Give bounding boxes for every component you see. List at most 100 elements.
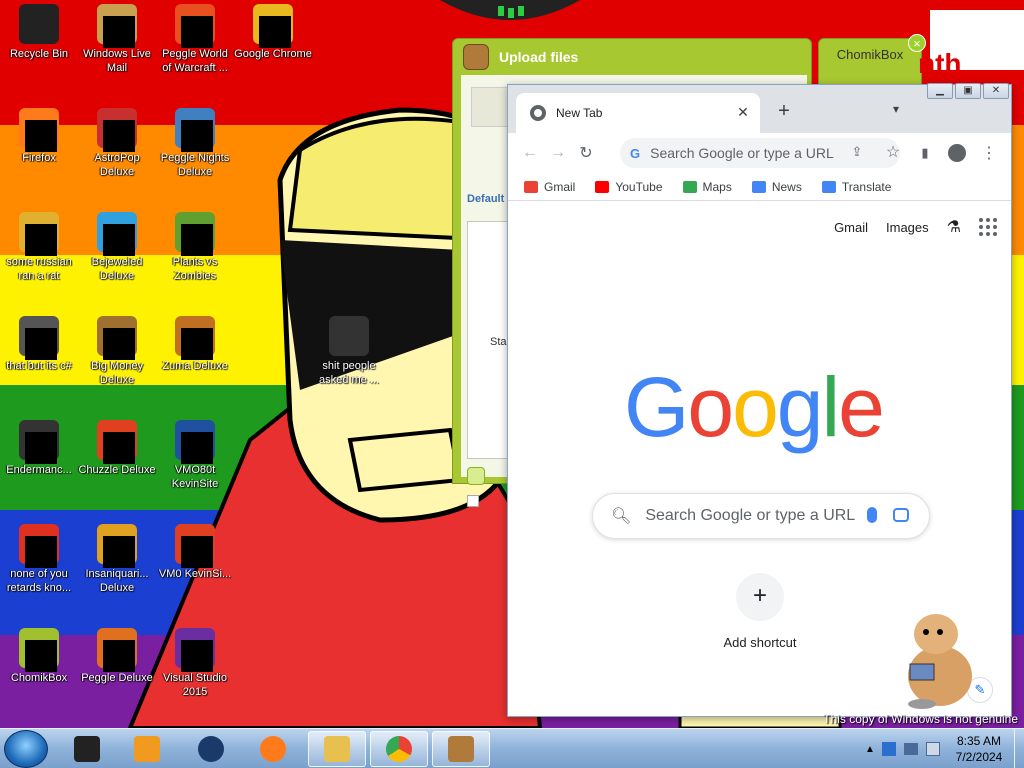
bookmark-youtube[interactable]: YouTube bbox=[595, 180, 663, 194]
desktop-icon-label: VM0 KevinSi... bbox=[158, 568, 232, 580]
pause-button[interactable] bbox=[467, 467, 485, 485]
chomikbox-tab-label: ChomikBox bbox=[836, 47, 904, 62]
share-icon[interactable]: ⇪ bbox=[843, 138, 871, 166]
taskbar-item-recycle[interactable] bbox=[58, 731, 116, 767]
taskbar-item-chomikbox[interactable] bbox=[432, 731, 490, 767]
desktop-icon[interactable]: Peggle World of Warcraft ... bbox=[156, 4, 234, 75]
chrome-toolbar: ← → ↻ G Search Google or type a URL ⇪ ☆ … bbox=[508, 133, 1011, 173]
minimize-button[interactable]: ▁ bbox=[927, 83, 953, 99]
desktop-icon[interactable]: Peggle Nights Deluxe bbox=[156, 108, 234, 179]
desktop-icon[interactable]: Zuma Deluxe bbox=[156, 316, 234, 373]
desktop-icon[interactable]: ChomikBox bbox=[0, 628, 78, 685]
google-logo-letter: l bbox=[821, 360, 841, 454]
tab-new-tab[interactable]: New Tab ✕ bbox=[516, 93, 760, 133]
profile-avatar-icon[interactable] bbox=[943, 139, 971, 167]
desktop-icon[interactable]: Peggle Deluxe bbox=[78, 628, 156, 685]
desktop-app-icon bbox=[175, 628, 215, 672]
desktop-icon[interactable]: Google Chrome bbox=[234, 4, 312, 61]
desktop-icon-label: Plants vs Zombies bbox=[172, 256, 218, 282]
desktop-icon[interactable]: Plants vs Zombies bbox=[156, 212, 234, 283]
desktop-app-icon bbox=[97, 4, 137, 48]
taskbar-item-chrome[interactable] bbox=[370, 731, 428, 767]
desktop-icon[interactable]: Recycle Bin bbox=[0, 4, 78, 61]
upload-titlebar[interactable]: Upload files bbox=[453, 39, 811, 75]
desktop-icon[interactable]: some russian ran a rat bbox=[0, 212, 78, 283]
ntp-images-link[interactable]: Images bbox=[886, 220, 929, 235]
toolbar-right: ▮ ⋮ bbox=[911, 139, 1003, 167]
taskbar-clock[interactable]: 8:35 AM 7/2/2024 bbox=[944, 733, 1014, 765]
forward-arrow-icon[interactable]: → bbox=[544, 139, 572, 167]
tray-network-icon[interactable] bbox=[904, 743, 918, 755]
desktop-icon[interactable]: none of you retards kno... bbox=[0, 524, 78, 595]
upload-title: Upload files bbox=[499, 49, 579, 65]
voice-search-mic-icon[interactable] bbox=[867, 507, 877, 523]
bookmark-gmail[interactable]: Gmail bbox=[524, 180, 575, 194]
new-tab-button[interactable]: + bbox=[770, 99, 798, 123]
desktop-icon-label: Zuma Deluxe bbox=[162, 360, 228, 372]
ntp-search-box[interactable]: 🔍︎ Search Google or type a URL bbox=[592, 493, 930, 539]
desktop-icon-label: Big Money Deluxe bbox=[91, 360, 143, 386]
desktop-app-icon bbox=[19, 420, 59, 464]
add-shortcut-button[interactable]: + bbox=[736, 573, 784, 621]
censor-block bbox=[181, 640, 213, 672]
menu-kebab-icon[interactable]: ⋮ bbox=[975, 139, 1003, 167]
desktop-app-icon bbox=[175, 108, 215, 152]
bookmark-favicon-icon bbox=[595, 180, 610, 193]
taskbar-item-media-player[interactable] bbox=[118, 731, 176, 767]
desktop-app-icon bbox=[175, 316, 215, 360]
upload-checkbox[interactable] bbox=[467, 495, 479, 507]
reload-icon[interactable]: ↻ bbox=[572, 139, 600, 167]
bookmark-favicon-icon bbox=[821, 180, 836, 193]
close-button[interactable]: ✕ bbox=[983, 83, 1009, 99]
desktop-icon-label: Peggle World of Warcraft ... bbox=[162, 48, 228, 74]
maximize-button[interactable]: ▣ bbox=[955, 83, 981, 99]
google-logo-letter: e bbox=[838, 360, 885, 454]
desktop-icon[interactable]: Chuzzle Deluxe bbox=[78, 420, 156, 477]
taskbar-item-globe[interactable] bbox=[182, 731, 240, 767]
chrome-tabstrip[interactable]: New Tab ✕ + ▾ ▁ ▣ ✕ bbox=[508, 83, 1011, 133]
taskbar-item-firefox[interactable] bbox=[244, 731, 302, 767]
censor-block bbox=[181, 224, 213, 256]
desktop-app-icon bbox=[175, 4, 215, 48]
tray-expand-arrow-icon[interactable]: ▲ bbox=[862, 744, 878, 755]
show-desktop-button[interactable] bbox=[1014, 729, 1024, 768]
back-arrow-icon[interactable]: ← bbox=[516, 139, 544, 167]
bookmark-maps[interactable]: Maps bbox=[682, 179, 732, 194]
desktop-icon[interactable]: Endermanc... bbox=[0, 420, 78, 477]
start-button-windows-orb-icon[interactable] bbox=[4, 730, 48, 768]
apps-grid-icon[interactable] bbox=[979, 218, 997, 236]
bookmark-translate[interactable]: Translate bbox=[821, 180, 891, 194]
desktop-icon-label: Recycle Bin bbox=[9, 48, 69, 60]
bookmark-star-icon[interactable]: ☆ bbox=[879, 138, 907, 166]
desktop-icon-label: Peggle Deluxe bbox=[81, 672, 153, 684]
desktop-icon[interactable]: Firefox bbox=[0, 108, 78, 165]
tray-volume-icon[interactable] bbox=[926, 742, 940, 756]
desktop-icon[interactable]: Windows Live Mail bbox=[78, 4, 156, 75]
desktop-app-icon bbox=[329, 316, 369, 356]
tray-app-icon[interactable] bbox=[882, 742, 896, 756]
google-logo-letter: o bbox=[732, 360, 779, 454]
bookmark-news[interactable]: News bbox=[751, 180, 802, 194]
desktop-icon[interactable]: Insaniquari... Deluxe bbox=[78, 524, 156, 595]
partial-background-text: nth bbox=[918, 48, 962, 79]
lens-camera-icon[interactable] bbox=[893, 508, 909, 522]
google-logo-letter: g bbox=[776, 360, 824, 454]
desktop-icon[interactable]: Visual Studio 2015 bbox=[156, 628, 234, 699]
desktop-icon-label: Chuzzle Deluxe bbox=[78, 464, 156, 476]
desktop-icon[interactable]: shit people asked me ... bbox=[310, 316, 388, 387]
desktop-icon[interactable]: Bejeweled Deluxe bbox=[78, 212, 156, 283]
tab-search-chevron-icon[interactable]: ▾ bbox=[886, 99, 906, 119]
labs-flask-icon[interactable]: ⚗ bbox=[947, 217, 961, 237]
desktop-icon[interactable]: VMO80t KevinSite bbox=[156, 420, 234, 491]
desktop-icon-label: Endermanc... bbox=[6, 464, 72, 476]
desktop-icon[interactable]: AstroPop Deluxe bbox=[78, 108, 156, 179]
side-panel-icon[interactable]: ▮ bbox=[911, 139, 939, 167]
taskbar-item-explorer[interactable] bbox=[308, 731, 366, 767]
ntp-gmail-link[interactable]: Gmail bbox=[834, 220, 868, 235]
desktop-icon[interactable]: that but its c# bbox=[0, 316, 78, 373]
bookmark-label: Maps bbox=[702, 179, 732, 194]
desktop-icon[interactable]: VM0 KevinSi... bbox=[156, 524, 234, 581]
tab-close-icon[interactable]: ✕ bbox=[734, 103, 752, 121]
desktop-icon[interactable]: Big Money Deluxe bbox=[78, 316, 156, 387]
desktop-icon-label: Visual Studio 2015 bbox=[162, 672, 227, 698]
